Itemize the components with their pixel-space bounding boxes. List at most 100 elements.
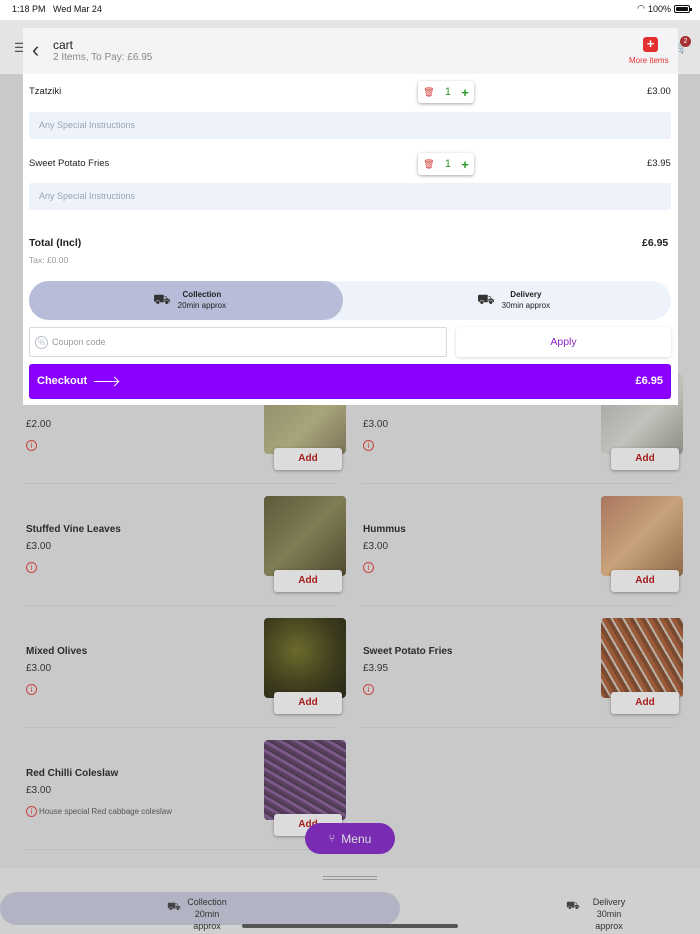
info-icon[interactable]: i [363, 440, 374, 451]
menu-item-name: Stuffed Vine Leaves [26, 524, 121, 535]
collection-eta: 20min approx [177, 301, 227, 310]
collection-title: Collection [182, 290, 222, 299]
status-bar: 1:18 PM Wed Mar 24 ◠ 100% [0, 0, 700, 20]
back-chevron-icon[interactable]: ‹ [32, 39, 46, 62]
delivery-option[interactable]: ⛟ Delivery 30min approx [477, 289, 550, 311]
coupon-placeholder: Coupon code [52, 337, 106, 347]
add-button[interactable]: Add [274, 570, 342, 592]
checkout-label: Checkout [37, 375, 88, 387]
add-button[interactable]: Add [274, 692, 342, 714]
menu-item-image [601, 618, 683, 698]
menu-item-name: Sweet Potato Fries [363, 646, 453, 657]
apply-button[interactable]: Apply [456, 327, 671, 357]
more-items-link[interactable]: More items [629, 56, 669, 65]
plus-icon[interactable]: + [461, 85, 469, 100]
info-icon[interactable]: i [26, 684, 37, 695]
info-icon[interactable]: i [26, 806, 37, 817]
collection-van-icon: ⛟ [153, 290, 171, 307]
menu-item-price: £2.00 [26, 419, 52, 430]
item-divider [24, 849, 336, 850]
cart-badge: 2 [680, 36, 691, 47]
cart-panel: ‹ cart 2 Items, To Pay: £6.95 + More ite… [23, 28, 678, 405]
item-divider [362, 605, 674, 606]
quantity-value: 1 [444, 86, 451, 98]
menu-item-image [264, 740, 346, 820]
menu-item-price: £3.00 [26, 785, 52, 796]
menu-item: Hummus £3.00 i Add [363, 488, 683, 608]
add-button[interactable]: Add [274, 448, 342, 470]
menu-item-price: £3.00 [363, 541, 389, 552]
collection-van-icon: ⛟ [167, 901, 181, 913]
cart-line-price: £3.00 [647, 86, 671, 97]
trash-icon[interactable]: 🗑 [423, 87, 434, 98]
menu-item-description: House special Red cabbage coleslaw [39, 807, 172, 816]
menu-button-label: Menu [341, 831, 372, 846]
wifi-icon: ◠ [637, 3, 645, 13]
item-divider [24, 727, 336, 728]
add-button[interactable]: Add [611, 692, 679, 714]
plus-icon[interactable]: + [461, 157, 469, 172]
menu-button[interactable]: ⑂ Menu [305, 823, 395, 854]
checkout-amount: £6.95 [635, 375, 663, 387]
add-button[interactable]: Add [611, 448, 679, 470]
info-icon[interactable]: i [26, 562, 37, 573]
special-instructions-field[interactable]: Any Special Instructions [29, 112, 671, 139]
cutlery-icon: ⑂ [328, 832, 336, 845]
menu-item: Mixed Olives £3.00 i Add [26, 610, 346, 730]
bottom-collection-option[interactable]: ⛟ Collection 20min approx [0, 892, 400, 931]
delivery-eta: 30min approx [501, 301, 551, 310]
home-indicator [242, 924, 458, 928]
total-value: £6.95 [642, 237, 669, 249]
collection-option[interactable]: ⛟ Collection 20min approx [153, 289, 226, 311]
delivery-title: Delivery [510, 290, 542, 299]
cart-line-price: £3.95 [647, 158, 671, 169]
cart-header: ‹ cart 2 Items, To Pay: £6.95 + More ite… [23, 28, 678, 74]
menu-item-name: Hummus [363, 524, 406, 535]
fulfilment-toggle: ⛟ Collection 20min approx ⛟ Delivery 30m… [29, 281, 671, 320]
bottom-collection-eta: 20min approx [193, 909, 221, 931]
cart-subtitle: 2 Items, To Pay: £6.95 [53, 52, 153, 63]
tax-label: Tax: £0.00 [29, 255, 69, 265]
info-icon[interactable]: i [363, 562, 374, 573]
quantity-value: 1 [444, 158, 451, 170]
drag-handle[interactable] [323, 876, 377, 880]
total-label: Total (Incl) [29, 237, 82, 249]
menu-item-image [264, 618, 346, 698]
bottom-collection-title: Collection [187, 897, 227, 907]
cart-line-name: Tzatziki [29, 86, 62, 97]
bottom-delivery-title: Delivery [592, 897, 626, 907]
delivery-van-icon: ⛟ [477, 290, 495, 307]
cart-line-name: Sweet Potato Fries [29, 158, 110, 169]
plus-icon[interactable]: + [643, 37, 658, 52]
menu-item-price: £3.95 [363, 663, 389, 674]
status-right: ◠ 100% [637, 3, 692, 14]
checkout-button[interactable]: Checkout £6.95 [29, 364, 671, 399]
item-divider [362, 483, 674, 484]
bottom-delivery-eta: 30min approx [595, 909, 623, 931]
menu-item: Sweet Potato Fries £3.95 i Add [363, 610, 683, 730]
quantity-stepper[interactable]: 🗑 1 + [418, 153, 474, 175]
info-icon[interactable]: i [363, 684, 374, 695]
menu-item: Red Chilli Coleslaw £3.00 i House specia… [26, 732, 346, 852]
trash-icon[interactable]: 🗑 [423, 159, 434, 170]
item-divider [24, 483, 336, 484]
add-button[interactable]: Add [611, 570, 679, 592]
cart-title: cart [53, 38, 74, 52]
menu-item-price: £3.00 [26, 663, 52, 674]
menu-item-name: Mixed Olives [26, 646, 88, 657]
menu-item-image [601, 496, 683, 576]
menu-item-image [264, 496, 346, 576]
item-divider [24, 605, 336, 606]
percent-icon: % [35, 335, 48, 349]
coupon-field[interactable]: % Coupon code [29, 327, 447, 357]
quantity-stepper[interactable]: 🗑 1 + [418, 81, 474, 103]
battery-percent: 100% [647, 3, 671, 14]
info-icon[interactable]: i [26, 440, 37, 451]
item-divider [362, 727, 674, 728]
bottom-delivery-option[interactable]: ⛟ Delivery 30min approx [560, 896, 650, 931]
special-instructions-field[interactable]: Any Special Instructions [29, 183, 671, 210]
menu-item: Stuffed Vine Leaves £3.00 i Add [26, 488, 346, 608]
menu-item-name: Red Chilli Coleslaw [26, 768, 119, 779]
arrow-right-icon [94, 380, 119, 382]
menu-item-price: £3.00 [363, 419, 389, 430]
